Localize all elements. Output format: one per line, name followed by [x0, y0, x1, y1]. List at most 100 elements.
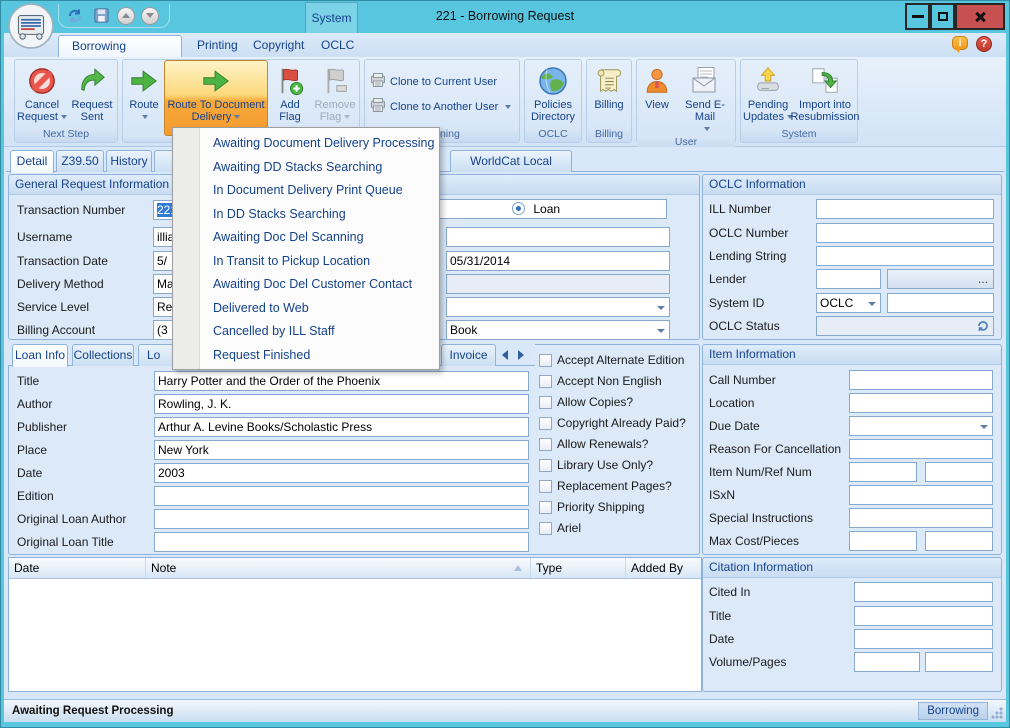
column-header-date[interactable]: Date: [9, 558, 146, 578]
not-wanted-after-field[interactable]: 05/31/2014: [446, 251, 670, 271]
ribbon-group-next-step: Cancel Request Request Sent Next Step: [14, 59, 118, 143]
field-label: Billing Account: [17, 320, 95, 340]
tab-loan-info[interactable]: Loan Info: [12, 344, 68, 367]
refresh-status-icon[interactable]: [976, 319, 990, 336]
policies-directory-button[interactable]: Policies Directory: [526, 61, 580, 127]
title-field[interactable]: Harry Potter and the Order of the Phoeni…: [154, 371, 529, 391]
tab-invoice[interactable]: Invoice: [441, 344, 496, 366]
tab-printing[interactable]: Printing: [184, 35, 238, 57]
special-instructions-field[interactable]: [849, 508, 993, 528]
call-number-field[interactable]: [849, 370, 993, 390]
route-button[interactable]: Route: [124, 61, 164, 135]
tab-z3950[interactable]: Z39.50: [56, 150, 104, 172]
tab-scroll-right-icon[interactable]: [518, 350, 524, 360]
tab-detail[interactable]: Detail: [10, 150, 54, 173]
system-id-dropdown[interactable]: OCLC: [816, 293, 881, 313]
lender-field[interactable]: [816, 269, 881, 289]
original-loan-author-field[interactable]: [154, 509, 529, 529]
general-right-dropdown-1[interactable]: [446, 297, 670, 317]
citation-date-field[interactable]: [854, 629, 993, 649]
feedback-icon[interactable]: i: [952, 36, 968, 50]
sort-ascending-icon: [514, 565, 522, 571]
max-cost-field[interactable]: [849, 531, 917, 551]
menu-item[interactable]: Request Finished: [173, 344, 439, 368]
minimize-button[interactable]: [905, 3, 930, 30]
menu-item[interactable]: Delivered to Web: [173, 297, 439, 321]
volume-field[interactable]: [854, 652, 920, 672]
tab-history[interactable]: History: [106, 150, 152, 172]
checkbox-ariel[interactable]: Ariel: [539, 520, 581, 536]
column-header-note[interactable]: Note: [146, 558, 531, 578]
billing-button[interactable]: Billing: [588, 61, 630, 127]
location-field[interactable]: [849, 393, 993, 413]
chevron-down-icon: [704, 127, 710, 131]
cited-in-field[interactable]: [854, 582, 993, 602]
original-loan-title-field[interactable]: [154, 532, 529, 552]
pages-field[interactable]: [925, 652, 993, 672]
add-flag-button[interactable]: Add Flag: [268, 61, 312, 135]
tab-copyright[interactable]: Copyright: [240, 35, 304, 57]
date-field[interactable]: 2003: [154, 463, 529, 483]
tab-oclc[interactable]: OCLC: [308, 35, 360, 57]
checkbox-allow-renewals[interactable]: Allow Renewals?: [539, 436, 648, 452]
ref-num-field[interactable]: [925, 462, 993, 482]
chevron-down-icon: [142, 115, 148, 119]
view-user-button[interactable]: View: [638, 61, 676, 135]
pending-updates-button[interactable]: Pending Updates: [742, 61, 794, 127]
ill-number-field[interactable]: [816, 199, 994, 219]
mode-badge[interactable]: Borrowing: [918, 702, 988, 720]
lender-browse-button[interactable]: ...: [887, 269, 994, 289]
maximize-button[interactable]: [930, 3, 955, 30]
document-type-dropdown[interactable]: Book: [446, 320, 670, 340]
request-sent-button[interactable]: Request Sent: [68, 61, 116, 127]
clone-to-another-user-button[interactable]: Clone to Another User: [370, 97, 511, 116]
field-label: Max Cost/Pieces: [709, 531, 799, 551]
item-num-field[interactable]: [849, 462, 917, 482]
send-email-button[interactable]: Send E-Mail: [676, 61, 734, 135]
checkbox-copyright-already-paid[interactable]: Copyright Already Paid?: [539, 415, 686, 431]
tab-collections[interactable]: Collections: [72, 344, 134, 366]
author-field[interactable]: Rowling, J. K.: [154, 394, 529, 414]
checkbox-priority-shipping[interactable]: Priority Shipping: [539, 499, 644, 515]
tab-borrowing-processing[interactable]: Borrowing Processing: [58, 35, 182, 57]
lending-string-field[interactable]: [816, 246, 994, 266]
column-header-type[interactable]: Type: [531, 558, 626, 578]
due-date-dropdown[interactable]: [849, 416, 993, 436]
help-icon[interactable]: ?: [976, 36, 992, 52]
checkbox-allow-copies[interactable]: Allow Copies?: [539, 394, 633, 410]
menu-item[interactable]: Awaiting DD Stacks Searching: [173, 156, 439, 180]
reason-for-cancellation-field[interactable]: [849, 439, 993, 459]
menu-item[interactable]: In DD Stacks Searching: [173, 203, 439, 227]
menu-item[interactable]: Cancelled by ILL Staff: [173, 320, 439, 344]
menu-item[interactable]: Awaiting Document Delivery Processing: [173, 132, 439, 156]
system-id-value-field[interactable]: [887, 293, 994, 313]
citation-title-field[interactable]: [854, 606, 993, 626]
app-menu-icon[interactable]: [8, 3, 54, 49]
isxn-field[interactable]: [849, 485, 993, 505]
publisher-field[interactable]: Arthur A. Levine Books/Scholastic Press: [154, 417, 529, 437]
place-field[interactable]: New York: [154, 440, 529, 460]
menu-item[interactable]: Awaiting Doc Del Customer Contact: [173, 273, 439, 297]
oclc-number-field[interactable]: [816, 223, 994, 243]
clone-to-current-user-button[interactable]: Clone to Current User: [370, 72, 511, 91]
import-into-resubmission-button[interactable]: Import into Resubmission: [794, 61, 856, 127]
general-right-field-1[interactable]: [446, 227, 670, 247]
checkbox-icon: [539, 396, 552, 409]
column-header-added-by[interactable]: Added By: [626, 558, 701, 578]
checkbox-library-use-only[interactable]: Library Use Only?: [539, 457, 653, 473]
edition-field[interactable]: [154, 486, 529, 506]
loan-radio[interactable]: [512, 202, 525, 215]
checkbox-accept-non-english[interactable]: Accept Non English: [539, 373, 662, 389]
route-to-document-delivery-button[interactable]: Route To Document Delivery: [164, 60, 268, 136]
cancel-request-button[interactable]: Cancel Request: [16, 61, 68, 127]
close-button[interactable]: [955, 3, 1005, 30]
pieces-field[interactable]: [925, 531, 993, 551]
checkbox-accept-alternate-edition[interactable]: Accept Alternate Edition: [539, 352, 684, 368]
checkbox-replacement-pages[interactable]: Replacement Pages?: [539, 478, 672, 494]
menu-item[interactable]: In Document Delivery Print Queue: [173, 179, 439, 203]
resize-grip-icon[interactable]: [991, 707, 1003, 719]
tab-worldcat-local-search[interactable]: WorldCat Local Search: [450, 150, 572, 172]
tab-scroll-left-icon[interactable]: [502, 350, 508, 360]
menu-item[interactable]: Awaiting Doc Del Scanning: [173, 226, 439, 250]
menu-item[interactable]: In Transit to Pickup Location: [173, 250, 439, 274]
